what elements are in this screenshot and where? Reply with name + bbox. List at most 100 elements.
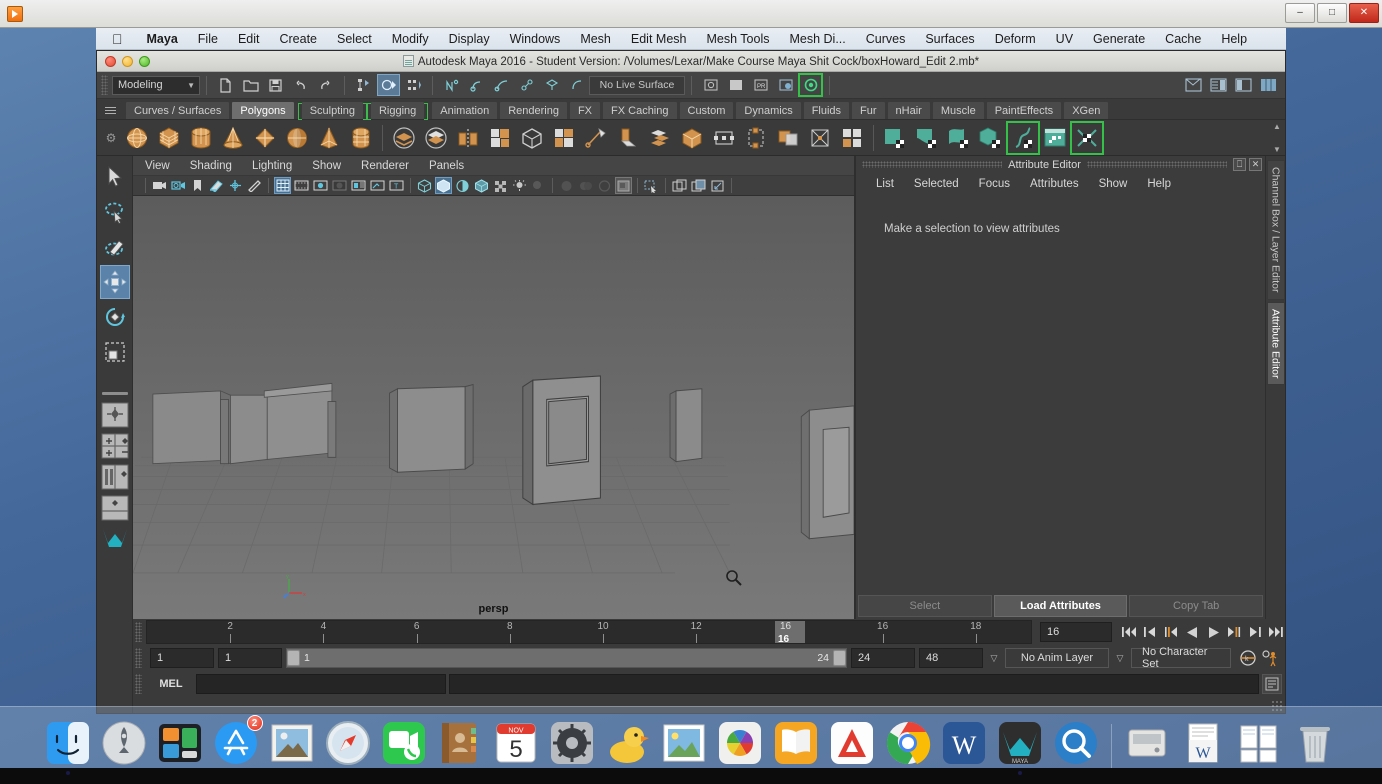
- image-plane-icon[interactable]: [208, 177, 225, 194]
- select-camera-icon[interactable]: [151, 177, 168, 194]
- animation-end-time-field[interactable]: 48: [919, 648, 983, 668]
- menu-item-mesh[interactable]: Mesh: [570, 32, 621, 46]
- character-set-dropdown-icon[interactable]: ▽: [1113, 653, 1127, 664]
- panel-tearoff-icon[interactable]: [690, 177, 707, 194]
- step-forward-frame-button[interactable]: [1225, 622, 1243, 642]
- menu-item-file[interactable]: File: [188, 32, 228, 46]
- uv-cylindrical-icon[interactable]: [911, 122, 943, 154]
- poly-crease-icon[interactable]: [804, 122, 836, 154]
- film-gate-icon[interactable]: [293, 177, 310, 194]
- playback-controls[interactable]: [1120, 622, 1285, 642]
- range-start-handle[interactable]: [287, 650, 300, 666]
- menu-item-mesh-display[interactable]: Mesh Di...: [779, 32, 855, 46]
- shelf-icon-row[interactable]: ⚙ ▲ ▼: [97, 120, 1285, 156]
- dock-item-autodesk[interactable]: [827, 718, 877, 768]
- poly-quadrangulate-icon[interactable]: [548, 122, 580, 154]
- sidebar-toggle-group[interactable]: [1181, 74, 1285, 96]
- dock-item-app-store[interactable]: 2: [211, 715, 263, 768]
- dock-item-safari[interactable]: [323, 718, 373, 768]
- uv-unfold-icon[interactable]: [1006, 120, 1040, 155]
- rotate-tool-icon[interactable]: [100, 300, 130, 334]
- poly-cube-icon[interactable]: [153, 122, 185, 154]
- poly-extrude-icon[interactable]: [612, 122, 644, 154]
- layout-single-perspective-button[interactable]: [100, 401, 130, 429]
- viewport-menu-bar[interactable]: View Shading Lighting Show Renderer Pane…: [133, 156, 854, 176]
- dock-item-document-stack[interactable]: [1234, 718, 1284, 768]
- panel-drag-handle-right[interactable]: [1086, 161, 1228, 168]
- dock-item-maya[interactable]: MAYA: [995, 718, 1045, 775]
- auto-keyframe-toggle-icon[interactable]: k: [1239, 648, 1257, 668]
- go-to-end-button[interactable]: [1267, 622, 1285, 642]
- dock-item-app-colorwheel[interactable]: [715, 718, 765, 768]
- viewport-menu-lighting[interactable]: Lighting: [252, 160, 292, 172]
- menu-item-uv[interactable]: UV: [1046, 32, 1083, 46]
- uv-automatic-icon[interactable]: [975, 122, 1007, 154]
- gear-icon[interactable]: ⚙: [101, 131, 121, 145]
- snap-to-grid-button[interactable]: [440, 74, 463, 96]
- mac-dock[interactable]: 2 NOV 5 W MAYA W: [0, 704, 1382, 775]
- ae-menu-selected[interactable]: Selected: [914, 178, 959, 190]
- dock-item-magnifier-app[interactable]: [1051, 718, 1101, 768]
- dock-item-calendar[interactable]: NOV 5: [491, 718, 541, 768]
- render-settings-button[interactable]: PR: [749, 74, 772, 96]
- shelf-tab-fluids[interactable]: Fluids: [802, 101, 851, 119]
- dock-item-harddrive[interactable]: [1122, 718, 1172, 768]
- panel-zoom-icon[interactable]: [709, 177, 726, 194]
- dock-item-finder[interactable]: [43, 718, 93, 775]
- close-button[interactable]: ✕: [1349, 2, 1379, 23]
- uv-editor-icon[interactable]: [1039, 122, 1071, 154]
- gate-mask-icon[interactable]: [331, 177, 348, 194]
- dock-item-document-word[interactable]: W: [1178, 718, 1228, 768]
- poly-separate-icon[interactable]: [420, 122, 452, 154]
- anti-alias-icon[interactable]: [596, 177, 613, 194]
- tab-channel-box-layer-editor[interactable]: Channel Box / Layer Editor: [1266, 160, 1285, 300]
- viewport-toolbar[interactable]: T: [133, 176, 854, 196]
- viewport-menu-panels[interactable]: Panels: [429, 160, 464, 172]
- maximize-button[interactable]: □: [1317, 2, 1347, 23]
- poly-bridge-icon[interactable]: [644, 122, 676, 154]
- window-controls[interactable]: – □ ✕: [1283, 2, 1379, 25]
- new-scene-button[interactable]: [214, 74, 237, 96]
- time-slider-track[interactable]: 24681012141618202224 16 16: [146, 620, 1032, 644]
- isolate-select-icon[interactable]: [643, 177, 660, 194]
- shelf-tab-muscle[interactable]: Muscle: [931, 101, 985, 119]
- menu-item-modify[interactable]: Modify: [382, 32, 439, 46]
- anim-layer-combo[interactable]: No Anim Layer: [1005, 648, 1109, 668]
- menu-set-selector[interactable]: Modeling ▼: [112, 75, 200, 95]
- poly-combine-icon[interactable]: [388, 122, 420, 154]
- show-hide-channel-box-button[interactable]: [1257, 74, 1280, 96]
- screen-space-ao-icon[interactable]: [558, 177, 575, 194]
- close-panel-icon[interactable]: ✕: [1249, 158, 1263, 171]
- poly-multicut-icon[interactable]: [836, 122, 868, 154]
- select-by-object-button[interactable]: [377, 74, 400, 96]
- poly-prism-icon[interactable]: [345, 122, 377, 154]
- step-back-key-button[interactable]: [1141, 622, 1159, 642]
- ae-menu-attributes[interactable]: Attributes: [1030, 178, 1079, 190]
- menu-item-curves[interactable]: Curves: [856, 32, 916, 46]
- render-view-button[interactable]: [699, 74, 722, 96]
- chevron-down-icon[interactable]: ▼: [1273, 145, 1281, 154]
- chevron-up-icon[interactable]: ▲: [1273, 122, 1281, 131]
- tool-box[interactable]: [97, 156, 133, 713]
- range-slider-grip[interactable]: [135, 648, 142, 668]
- range-start-time-field[interactable]: 1: [218, 648, 282, 668]
- time-slider-row[interactable]: 24681012141618202224 16 16 16: [133, 619, 1285, 645]
- current-time-indicator[interactable]: 16 16: [775, 621, 805, 643]
- command-input[interactable]: [196, 674, 446, 694]
- uv-planar-icon[interactable]: [879, 122, 911, 154]
- text-overlay-icon[interactable]: T: [388, 177, 405, 194]
- make-live-button[interactable]: [565, 74, 588, 96]
- uv-layout-icon[interactable]: [1070, 120, 1104, 155]
- poly-edge-loop-icon[interactable]: [708, 122, 740, 154]
- command-line-row[interactable]: MEL: [133, 671, 1285, 697]
- dock-item-word[interactable]: W: [939, 718, 989, 768]
- menu-item-create[interactable]: Create: [269, 32, 327, 46]
- poly-mirror-geometry-icon[interactable]: [452, 122, 484, 154]
- poly-bevel-icon[interactable]: [740, 122, 772, 154]
- paint-select-tool-icon[interactable]: [100, 230, 130, 264]
- shadows-icon[interactable]: [530, 177, 547, 194]
- undo-button[interactable]: [289, 74, 312, 96]
- viewport-gamma-icon[interactable]: [615, 177, 632, 194]
- shelf-tab-dynamics[interactable]: Dynamics: [735, 101, 802, 119]
- live-surface-field[interactable]: No Live Surface: [589, 75, 685, 95]
